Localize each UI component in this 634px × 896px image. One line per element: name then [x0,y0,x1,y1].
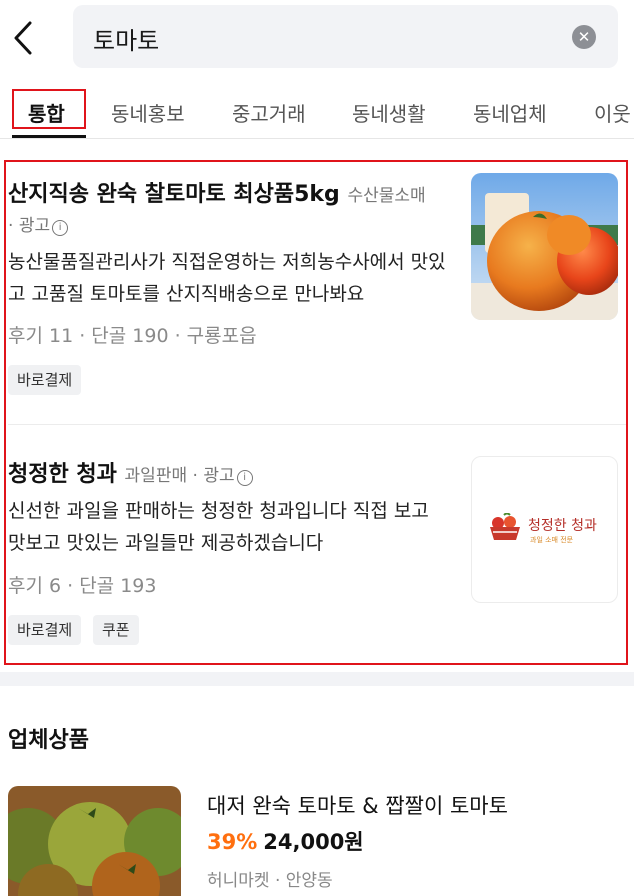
search-bar: 토마토 ✕ [0,0,634,78]
product-name[interactable]: 대저 완숙 토마토 & 짭짤이 토마토 [207,790,508,820]
discount-rate: 39% [207,830,258,854]
tab-local-business[interactable]: 동네업체 [473,98,547,127]
tab-local-life[interactable]: 동네생활 [352,98,426,127]
search-tabs: 통합 동네홍보 중고거래 동네생활 동네업체 이웃 [0,78,634,139]
annotation-box-ads [4,160,628,665]
close-icon: ✕ [577,28,591,46]
tomato-photo-icon [8,786,181,896]
product-image[interactable] [8,786,181,896]
chevron-left-icon [14,21,32,55]
search-query: 토마토 [93,27,160,55]
tab-secondhand[interactable]: 중고거래 [232,98,306,127]
clear-search-button[interactable]: ✕ [572,25,596,49]
product-price: 24,000원 [263,830,364,854]
back-button[interactable] [8,18,40,58]
product-seller: 허니마켓 · 안양동 [207,871,333,891]
section-separator [0,672,634,686]
active-tab-indicator [12,135,86,138]
tab-local-promo[interactable]: 동네홍보 [111,98,185,127]
product-price-row: 39% 24,000원 [207,826,364,856]
tab-neighbors[interactable]: 이웃 [594,98,631,127]
section-title: 업체상품 [8,728,89,753]
annotation-box-tab [12,89,86,129]
search-input[interactable]: 토마토 ✕ [73,5,618,68]
